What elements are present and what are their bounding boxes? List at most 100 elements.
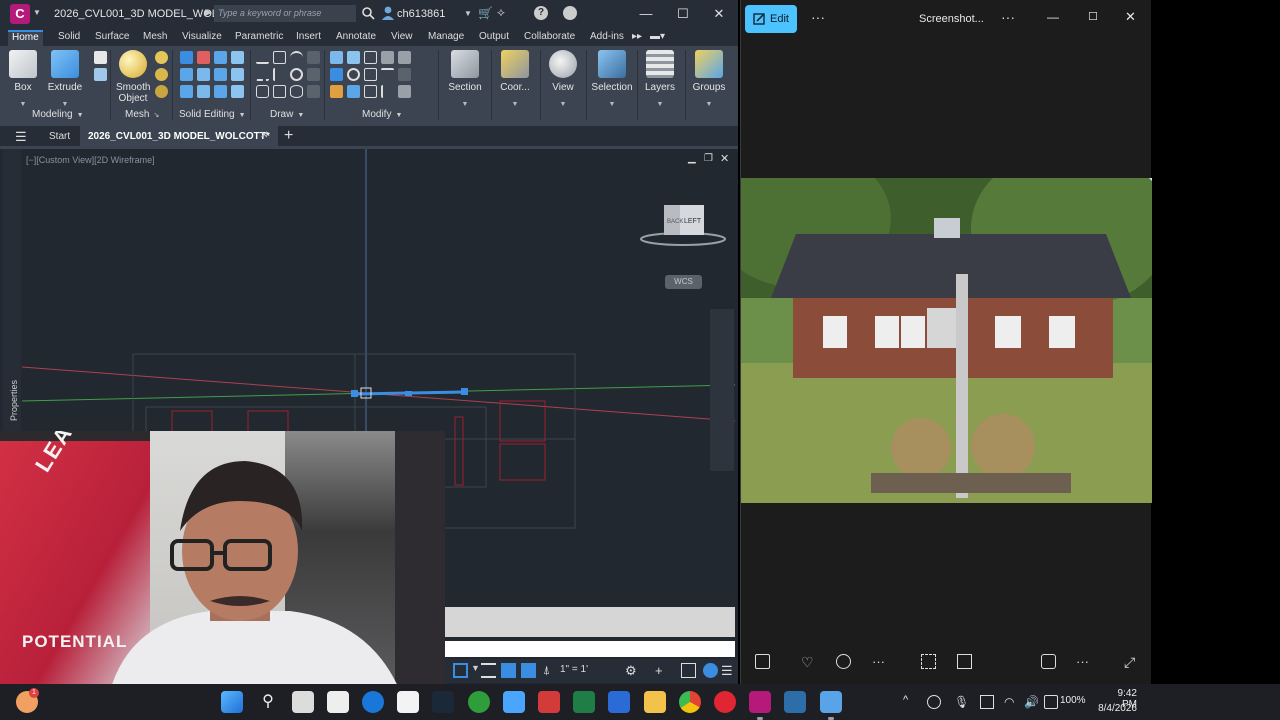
more-tools-icon[interactable]: ··· (872, 654, 887, 669)
tab-solid[interactable]: Solid (54, 30, 84, 46)
subtract-icon[interactable] (197, 51, 210, 64)
minimize-button[interactable]: — (632, 4, 660, 24)
more-options-icon[interactable]: ··· (811, 9, 825, 25)
paint-app-icon[interactable] (820, 691, 842, 713)
modify-more-icon[interactable] (398, 68, 411, 81)
pdf-icon[interactable] (538, 691, 560, 713)
interfere-icon[interactable] (197, 68, 210, 81)
array-icon[interactable] (381, 51, 394, 64)
tray-overflow-icon[interactable]: ^ (903, 694, 908, 706)
cart-icon[interactable]: 🛒 (478, 6, 493, 20)
info-icon[interactable] (836, 654, 851, 669)
ellipse-icon[interactable] (290, 85, 303, 98)
shell-icon[interactable] (180, 85, 193, 98)
annotation-scale-value[interactable]: 1" = 1' (560, 664, 588, 675)
tab-manage[interactable]: Manage (424, 30, 468, 46)
scale-icon[interactable] (364, 68, 377, 81)
command-input[interactable] (445, 641, 735, 657)
3d-rotate-icon[interactable] (347, 51, 360, 64)
filmstrip-icon[interactable] (755, 654, 770, 669)
file-explorer-icon[interactable] (644, 691, 666, 713)
offset-icon[interactable] (381, 85, 394, 98)
share-icon[interactable]: ⟡ (497, 5, 505, 20)
ribbon-toggle-icon[interactable]: ▬▾ (646, 30, 669, 46)
defender-icon[interactable] (927, 695, 941, 709)
draw-more-3-icon[interactable] (307, 85, 320, 98)
wifi-icon[interactable]: ◠ (1004, 695, 1018, 709)
tab-add-ins[interactable]: Add-ins (586, 30, 628, 46)
viewport-close-icon[interactable]: ✕ (720, 152, 729, 165)
heart-icon[interactable]: ♡ (801, 654, 816, 670)
fillet-icon[interactable] (381, 68, 394, 81)
triangle-icon[interactable] (347, 85, 360, 98)
civil3d-app-icon[interactable] (749, 691, 771, 713)
model-space-icon[interactable] (453, 663, 468, 678)
panel-modeling[interactable]: Modeling ▼ (32, 109, 84, 120)
excel-icon[interactable] (573, 691, 595, 713)
store-icon[interactable] (397, 691, 419, 713)
meld-app-icon[interactable] (784, 691, 806, 713)
groups-button[interactable]: Groups ▼ (690, 50, 728, 108)
file-viewer-icon[interactable] (292, 691, 314, 713)
navigation-bar[interactable] (710, 309, 734, 471)
extrude-button[interactable]: Extrude ▼ (46, 50, 84, 108)
microphone-icon[interactable]: 🎙 (954, 695, 969, 709)
presspull-icon[interactable] (94, 68, 107, 81)
separate-icon[interactable] (197, 85, 210, 98)
word-icon[interactable] (608, 691, 630, 713)
tab-annotate[interactable]: Annotate (332, 30, 380, 46)
search-icon[interactable] (361, 5, 375, 21)
tab-drawing[interactable]: 2026_CVL001_3D MODEL_WOLCOTT* (80, 126, 278, 146)
panel-solid-editing[interactable]: Solid Editing ▼ (179, 109, 246, 120)
tab-visualize[interactable]: Visualize (178, 30, 226, 46)
edit-button[interactable]: Edit (745, 5, 797, 33)
user-icon[interactable] (381, 5, 395, 21)
construction-line-icon[interactable] (273, 68, 286, 81)
annotation-visibility-icon[interactable] (521, 663, 536, 678)
steam-icon[interactable] (432, 691, 454, 713)
draw-more-icon[interactable] (307, 51, 320, 64)
minimize-button[interactable]: — (1047, 10, 1059, 24)
fullscreen-icon[interactable]: ⤢ (1124, 654, 1139, 670)
polyline-icon[interactable] (273, 51, 286, 64)
cloud-sync-icon[interactable] (563, 6, 577, 20)
close-icon[interactable]: ✕ (260, 130, 268, 141)
rectangle-icon[interactable] (273, 85, 286, 98)
tab-start[interactable]: Start (49, 131, 70, 142)
mesh-smooth-icon[interactable] (155, 68, 168, 81)
selection-button[interactable]: Selection ▼ (590, 50, 634, 108)
tab-parametric[interactable]: Parametric (231, 30, 287, 46)
text-extract-icon[interactable] (957, 654, 972, 669)
thicken-icon[interactable] (214, 68, 227, 81)
grid-array-icon[interactable] (398, 85, 411, 98)
expand-arrow-icon[interactable]: ▶ (205, 7, 212, 18)
polysolid-icon[interactable] (94, 51, 107, 64)
tab-insert[interactable]: Insert (292, 30, 325, 46)
tab-home[interactable]: Home (8, 30, 43, 46)
extract-edges-icon[interactable] (231, 68, 244, 81)
clock-date[interactable]: 8/4/2026 (1097, 703, 1137, 714)
draw-more-2-icon[interactable] (307, 68, 320, 81)
pencil-icon[interactable] (330, 85, 343, 98)
grip-handle[interactable] (461, 388, 468, 395)
search-icon[interactable]: ⚲ (257, 691, 279, 713)
annotation-scale-icon[interactable]: ⍋ (543, 663, 558, 678)
usb-device-icon[interactable] (980, 695, 994, 709)
move-icon[interactable] (364, 51, 377, 64)
clipboard-app-icon[interactable] (327, 691, 349, 713)
user-name[interactable]: ch613861 (397, 8, 445, 20)
smooth-object-button[interactable]: Smooth Object (116, 50, 150, 104)
slice-icon[interactable] (214, 51, 227, 64)
viewport-restore-icon[interactable]: ❐ (704, 153, 713, 164)
help-icon[interactable]: ? (534, 6, 548, 20)
search-input[interactable]: Type a keyword or phrase (214, 5, 356, 22)
panel-draw[interactable]: Draw ▼ (270, 109, 304, 120)
battery-icon[interactable] (1044, 695, 1058, 709)
line-icon[interactable] (256, 51, 269, 64)
tab-view[interactable]: View (387, 30, 417, 46)
mesh-sphere-icon[interactable] (155, 51, 168, 64)
close-button[interactable]: ✕ (1125, 9, 1136, 25)
trim-icon[interactable] (398, 51, 411, 64)
grip-handle[interactable] (351, 390, 358, 397)
isolate-objects-icon[interactable] (681, 663, 696, 678)
